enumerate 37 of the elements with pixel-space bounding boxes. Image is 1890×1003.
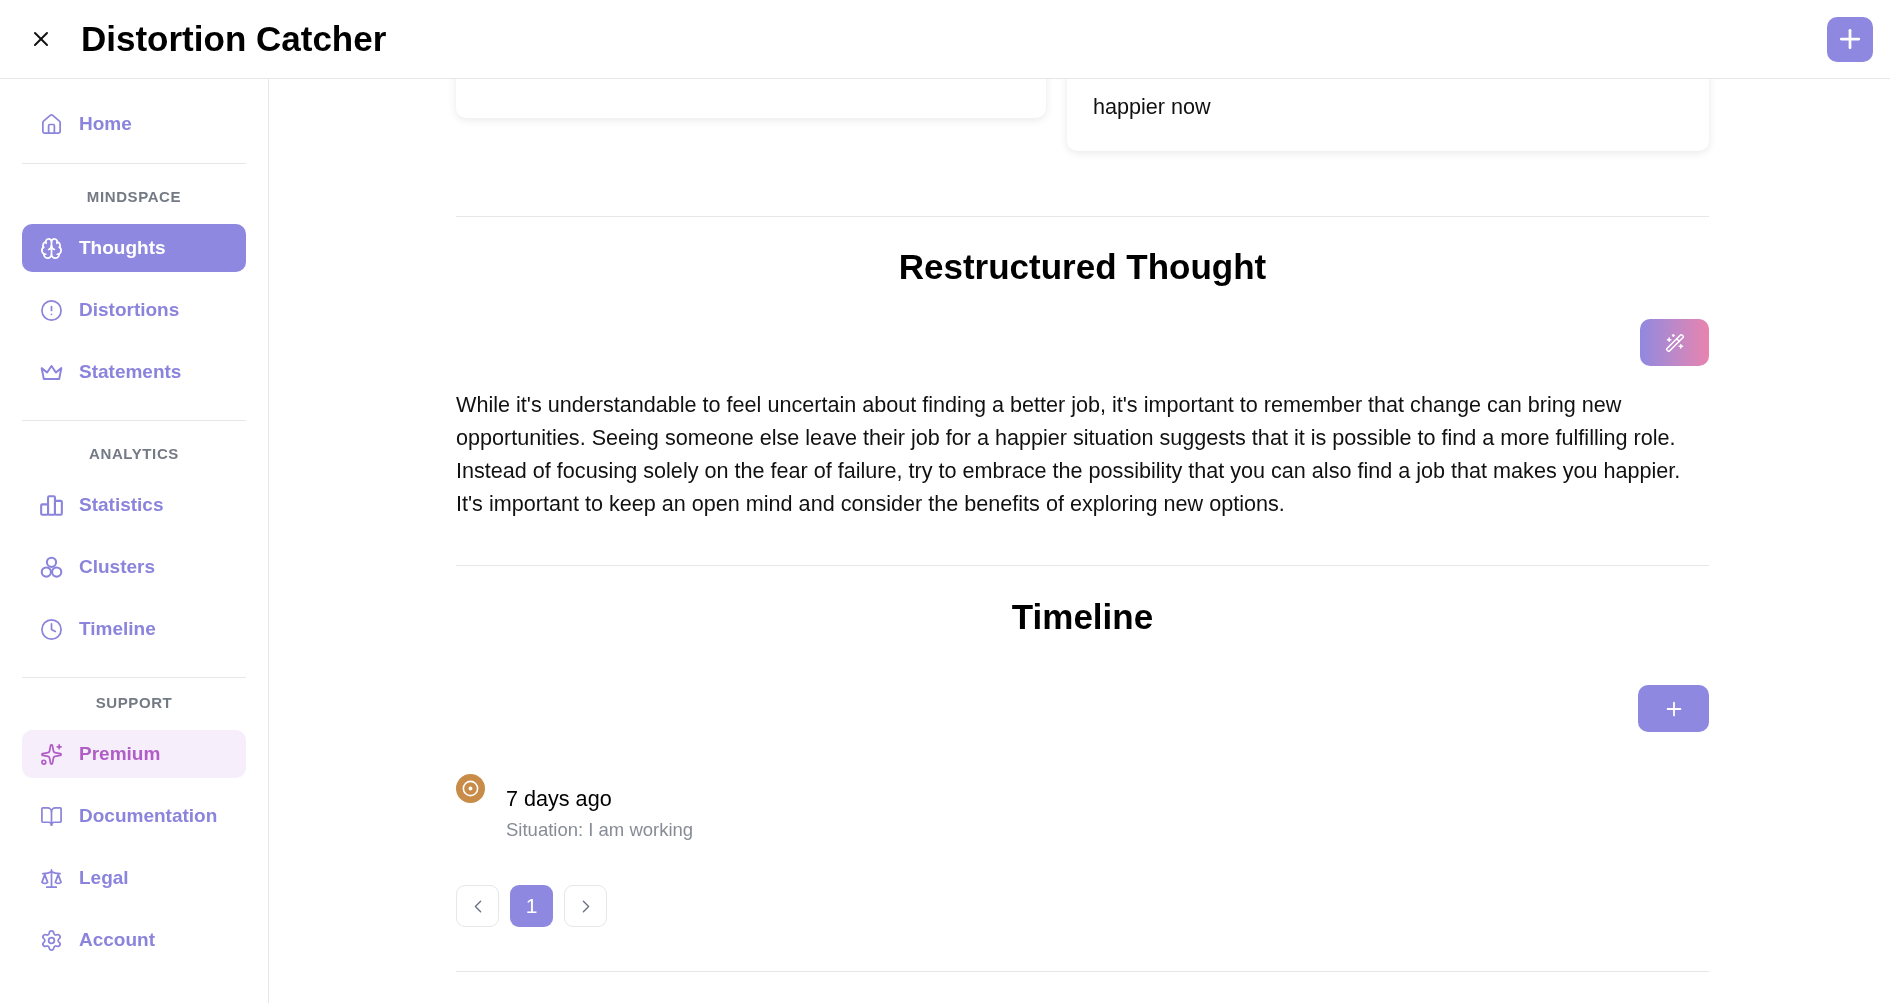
section-heading: SUPPORT (94, 693, 174, 713)
sidebar-item[interactable]: Statistics (22, 481, 246, 529)
sidebar-item[interactable]: Statements (22, 348, 246, 396)
section-title: Restructured Thought (897, 247, 1268, 287)
restructured-text: While it's understandable to feel uncertain about finding a better job, it's important to remember that change can bring new opportunities. Seeing someone else leave their job for a happier situation suggests that it is possible to find a more fulfilling role. Instead of focusing solely on the fear of failure, try to embrace the possibility that you can also find a job that makes you happier. It's important to keep an open mind and consider the benefits of exploring new options. (456, 391, 1682, 518)
alert-circle-icon (40, 298, 63, 322)
settings-icon (40, 928, 63, 952)
sidebar-item[interactable]: Premium (22, 730, 246, 778)
sidebar-item[interactable]: Distortions (22, 286, 246, 334)
page-button[interactable]: 1 (510, 885, 553, 927)
section-heading: ANALYTICS (88, 444, 180, 464)
circles-icon (40, 555, 63, 579)
brain-icon (40, 236, 63, 260)
sidebar-item[interactable]: Clusters (22, 543, 246, 591)
magic-button[interactable] (1640, 319, 1709, 366)
scale-icon (40, 866, 63, 890)
entry-description: Situation: I am working (506, 818, 694, 842)
chevron-right-icon (581, 899, 590, 913)
add-entry-button[interactable] (1638, 685, 1709, 732)
bar-chart-icon (40, 493, 63, 517)
sidebar-item[interactable]: Account (22, 916, 246, 964)
sidebar-item[interactable]: Timeline (22, 605, 246, 653)
section-heading: MINDSPACE (85, 187, 183, 207)
section-title: Timeline (1010, 597, 1155, 637)
app-title: Distortion Catcher (81, 18, 387, 60)
sidebar-item[interactable]: Documentation (22, 792, 246, 840)
wand-icon (1664, 332, 1685, 353)
entry-time: 7 days ago (506, 785, 613, 813)
clock-icon (40, 617, 63, 641)
sparkles-icon (40, 742, 63, 766)
add-button[interactable] (1827, 16, 1873, 62)
sidebar-item[interactable]: Home (22, 100, 246, 148)
home-icon (40, 112, 63, 136)
chevron-left-icon (473, 899, 482, 913)
book-icon (40, 804, 63, 828)
card-text: happier now (1093, 93, 1212, 121)
sidebar-item[interactable]: Legal (22, 854, 246, 902)
